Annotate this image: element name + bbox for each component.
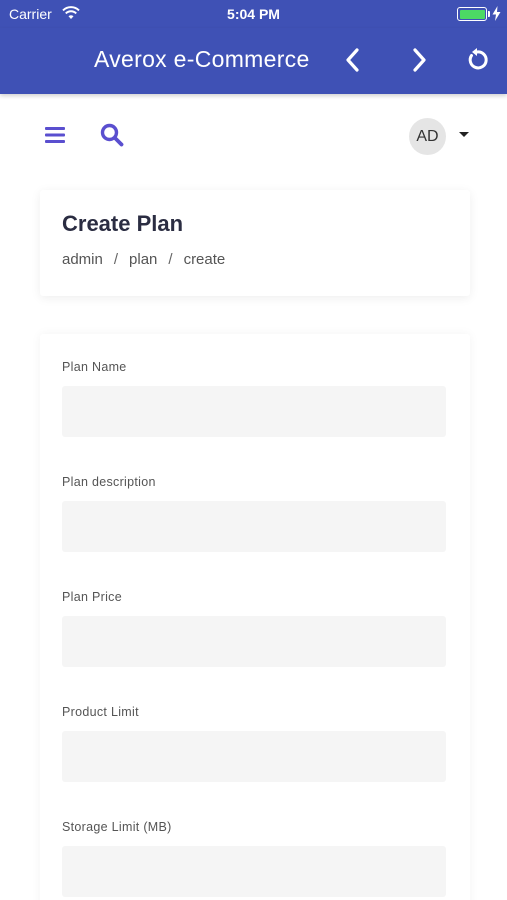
breadcrumb-separator: / — [168, 251, 173, 268]
status-bar: Carrier 5:04 PM — [0, 0, 507, 28]
toolbar: AD — [0, 94, 507, 176]
caret-down-icon[interactable] — [459, 132, 469, 137]
chevron-left-icon — [346, 48, 359, 72]
plan-name-label: Plan Name — [62, 360, 127, 374]
plan-name-input[interactable] — [62, 386, 446, 437]
breadcrumb-separator: / — [113, 251, 119, 268]
reload-button[interactable] — [461, 44, 493, 76]
back-button[interactable] — [337, 44, 369, 76]
storage-limit-label: Storage Limit (MB) — [62, 820, 172, 834]
page-title: Create Plan — [62, 211, 184, 236]
storage-limit-input[interactable] — [62, 846, 446, 897]
reload-icon — [468, 48, 488, 70]
breadcrumb-admin[interactable]: admin — [62, 251, 103, 268]
plan-description-label: Plan description — [62, 475, 156, 489]
status-time: 5:04 PM — [227, 6, 280, 22]
charging-bolt-icon — [492, 6, 501, 21]
plan-price-label: Plan Price — [62, 590, 122, 604]
forward-button[interactable] — [403, 44, 435, 76]
app-title: Averox e-Commerce — [94, 46, 310, 72]
breadcrumb: admin / plan / create — [62, 251, 225, 268]
app-bar: Averox e-Commerce — [0, 28, 507, 94]
search-icon[interactable] — [99, 122, 125, 148]
page-header-card: Create Plan admin / plan / create — [40, 190, 470, 296]
plan-description-input[interactable] — [62, 501, 446, 552]
battery-icon — [457, 7, 487, 21]
product-limit-input[interactable] — [62, 731, 446, 782]
plan-price-input[interactable] — [62, 616, 446, 667]
product-limit-label: Product Limit — [62, 705, 139, 719]
hamburger-menu-icon[interactable] — [43, 125, 67, 145]
user-avatar[interactable]: AD — [409, 118, 446, 155]
breadcrumb-plan[interactable]: plan — [129, 251, 157, 268]
chevron-right-icon — [413, 48, 426, 72]
breadcrumb-create: create — [183, 251, 226, 268]
create-plan-form: Plan Name Plan description Plan Price Pr… — [40, 334, 470, 900]
battery-tip — [488, 11, 490, 17]
